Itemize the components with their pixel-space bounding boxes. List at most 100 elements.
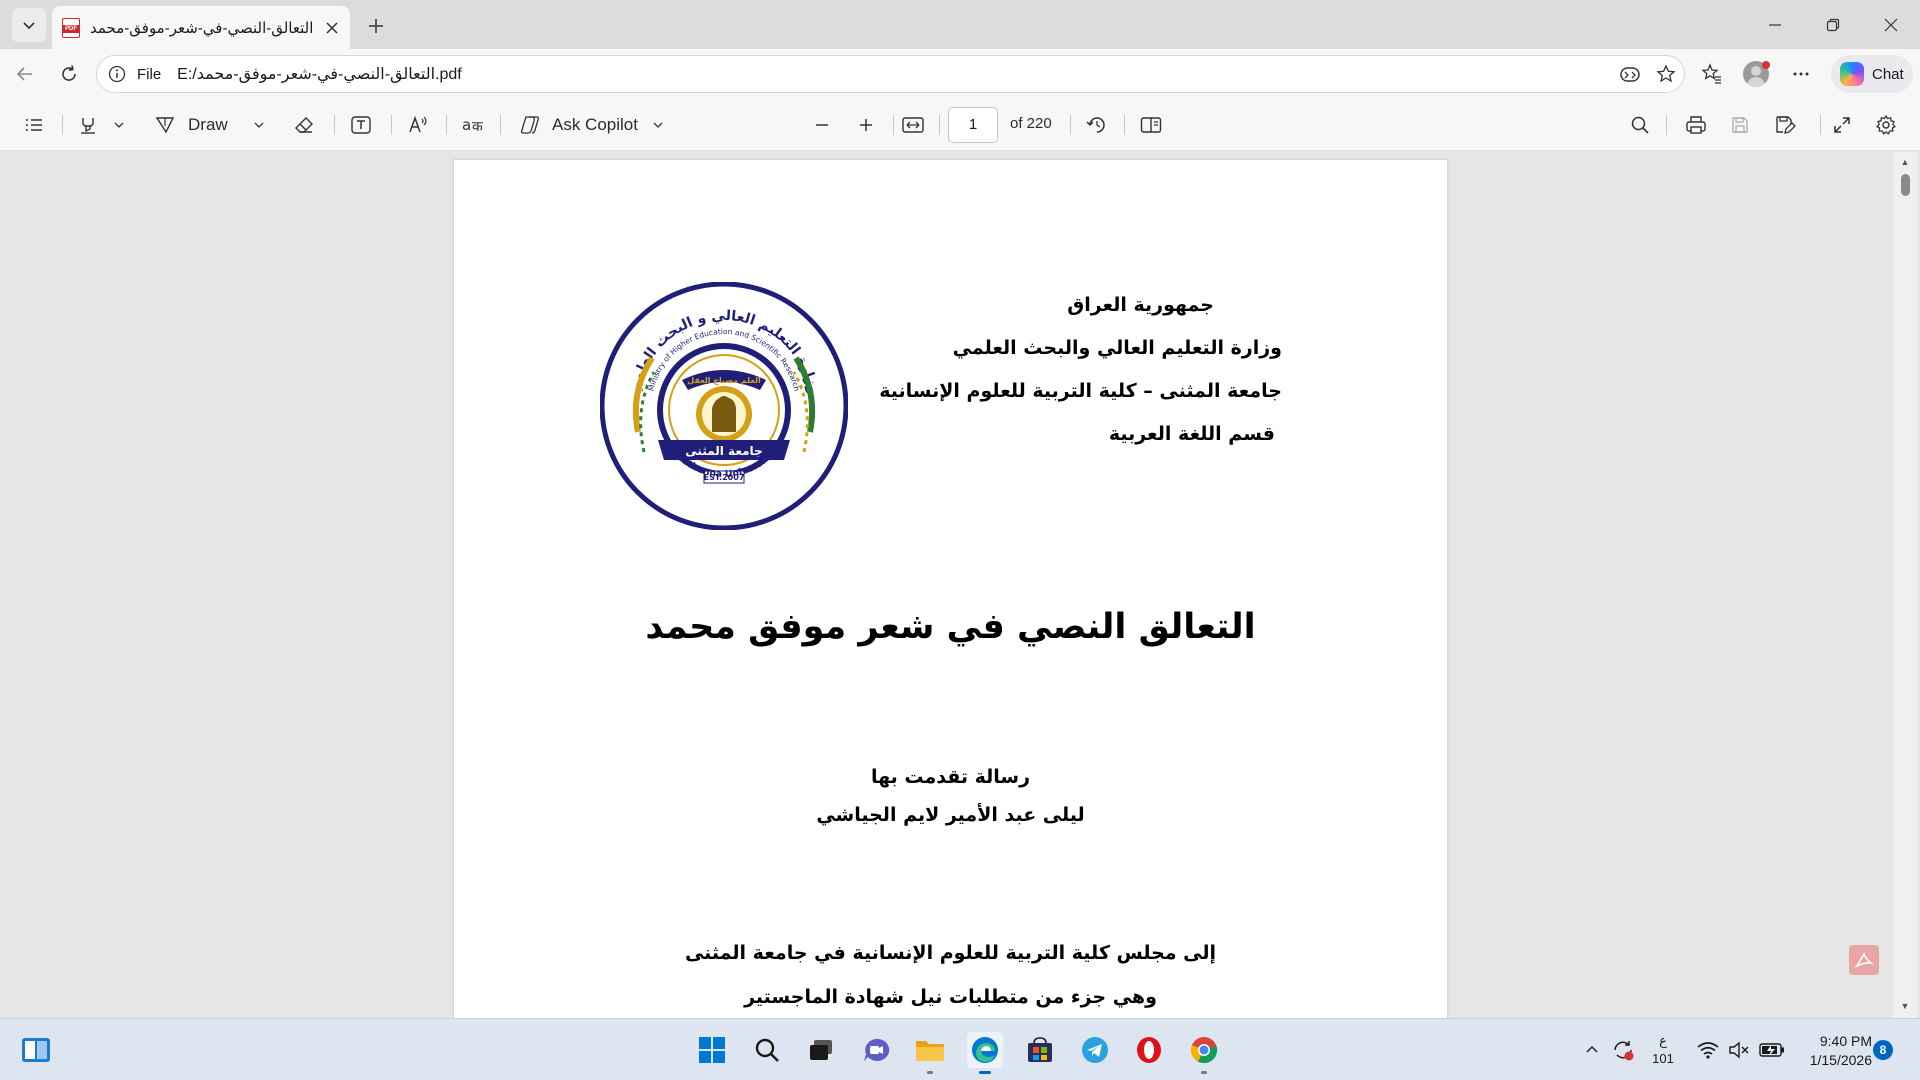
rotate-icon — [1086, 117, 1105, 133]
wifi-icon — [1697, 1042, 1719, 1059]
sync-icon — [1614, 1041, 1634, 1061]
scroll-up-arrow-icon[interactable]: ▲ — [1893, 154, 1917, 170]
draw-button[interactable]: Draw — [154, 109, 242, 141]
translate-button[interactable]: aक — [457, 109, 489, 141]
acrobat-extension-button[interactable] — [1849, 945, 1879, 975]
header-line-department: قسم اللغة العربية — [1108, 423, 1275, 445]
toolbar-separator — [500, 115, 501, 135]
save-as-button[interactable] — [1769, 109, 1801, 141]
opera-icon — [1137, 1037, 1161, 1063]
svg-text:क: क — [472, 119, 483, 135]
scrollbar-thumb[interactable] — [1901, 174, 1910, 196]
clock-time: 9:40 PM — [1819, 1033, 1872, 1049]
erase-button[interactable] — [288, 109, 320, 141]
pdf-settings-button[interactable] — [1870, 109, 1902, 141]
settings-more-button[interactable] — [1785, 58, 1817, 90]
thesis-title: التعالق النصي في شعر موفق محمد — [645, 607, 1256, 647]
zoom-out-button[interactable] — [806, 109, 838, 141]
draw-pen-icon — [155, 117, 175, 134]
pdf-file-icon: PDF — [62, 17, 80, 38]
tab-title: التعالق-النصي-في-شعر-موفق-محمد — [90, 19, 314, 37]
toolbar-separator — [334, 115, 335, 135]
close-tab-button[interactable] — [322, 18, 342, 38]
volume-status[interactable] — [1726, 1037, 1752, 1063]
chevron-down-icon — [254, 122, 264, 128]
save-button[interactable] — [1724, 109, 1756, 141]
windows-logo-icon — [699, 1037, 725, 1063]
favorite-star-button[interactable] — [1650, 58, 1682, 90]
svg-text:a: a — [462, 116, 471, 134]
print-button[interactable] — [1680, 109, 1712, 141]
battery-charging-icon — [1759, 1043, 1784, 1057]
immersive-reader-button[interactable] — [1614, 58, 1646, 90]
ask-copilot-button[interactable]: Ask Copilot — [518, 109, 664, 141]
page-number-input[interactable]: 1 — [948, 107, 998, 143]
star-icon — [1656, 64, 1676, 83]
battery-status[interactable] — [1757, 1037, 1787, 1063]
close-window-button[interactable] — [1862, 0, 1920, 49]
toolbar-separator — [1820, 115, 1821, 135]
find-button[interactable] — [1624, 109, 1656, 141]
teams-meet-button[interactable] — [858, 1032, 894, 1068]
copilot-icon — [1840, 62, 1864, 86]
page-view-button[interactable] — [1135, 109, 1167, 141]
clock[interactable]: 9:40 PM 1/15/2026 — [1790, 1032, 1872, 1070]
telegram-icon — [1082, 1037, 1108, 1063]
address-bar[interactable]: File E:/التعالق-النصي-في-شعر-موفق-محمد.p… — [96, 55, 1685, 93]
opera-button[interactable] — [1131, 1032, 1167, 1068]
widgets-button[interactable] — [18, 1032, 54, 1068]
edge-browser-button[interactable] — [967, 1032, 1003, 1074]
store-icon — [1028, 1037, 1052, 1062]
microsoft-store-button[interactable] — [1022, 1032, 1058, 1068]
search-taskbar-button[interactable] — [749, 1032, 785, 1068]
url-text[interactable]: E:/التعالق-النصي-في-شعر-موفق-محمد.pdf — [177, 64, 462, 84]
tab-actions-button[interactable] — [12, 8, 46, 42]
header-line-country: جمهورية العراق — [1067, 294, 1214, 316]
close-icon — [1884, 18, 1898, 31]
zoom-in-button[interactable] — [850, 109, 882, 141]
notification-count-badge[interactable]: 8 — [1873, 1040, 1893, 1060]
acrobat-icon — [1854, 952, 1874, 968]
telegram-button[interactable] — [1077, 1032, 1113, 1068]
refresh-button[interactable] — [53, 58, 85, 90]
folder-icon — [916, 1041, 944, 1061]
rotate-button[interactable] — [1081, 109, 1113, 141]
scroll-down-arrow-icon[interactable]: ▼ — [1893, 998, 1917, 1014]
sync-status-button[interactable] — [1608, 1037, 1638, 1063]
toolbar-separator — [893, 115, 894, 135]
copilot-outline-icon — [521, 116, 539, 134]
highlight-options-button[interactable] — [106, 109, 132, 141]
browser-tab[interactable]: PDF التعالق-النصي-في-شعر-موفق-محمد — [52, 6, 350, 49]
start-button[interactable] — [694, 1032, 730, 1068]
pdf-viewer[interactable]: جمهورية العراق وزارة التعليم العالي والب… — [0, 152, 1920, 1018]
toolbar-separator — [939, 115, 940, 135]
read-aloud-button[interactable] — [402, 109, 434, 141]
author-name: ليلى عبد الأمير لايم الجياشي — [816, 804, 1085, 826]
new-tab-button[interactable] — [360, 10, 392, 42]
highlight-button[interactable] — [72, 109, 104, 141]
profile-button[interactable] — [1740, 58, 1772, 90]
favorites-button[interactable] — [1696, 58, 1728, 90]
restore-icon — [1826, 18, 1840, 31]
wifi-status[interactable] — [1695, 1037, 1721, 1063]
add-text-button[interactable] — [345, 109, 377, 141]
close-icon — [326, 21, 338, 34]
contents-button[interactable] — [18, 109, 50, 141]
chevron-up-icon — [1586, 1046, 1598, 1053]
draw-options-button[interactable] — [246, 109, 272, 141]
copilot-chat-button[interactable]: Chat — [1831, 55, 1913, 93]
vertical-scrollbar[interactable]: ▲ ▼ — [1893, 152, 1917, 1018]
file-explorer-button[interactable] — [912, 1032, 948, 1074]
task-view-button[interactable] — [803, 1032, 839, 1068]
minimize-button[interactable] — [1746, 0, 1804, 49]
restore-button[interactable] — [1804, 0, 1862, 49]
fit-to-width-button[interactable] — [897, 109, 929, 141]
input-language-indicator[interactable]: ع 101 — [1648, 1032, 1678, 1068]
chrome-button[interactable] — [1186, 1032, 1222, 1074]
show-hidden-icons-button[interactable] — [1582, 1037, 1602, 1063]
widgets-icon — [22, 1038, 50, 1062]
fullscreen-button[interactable] — [1826, 109, 1858, 141]
toolbar-separator — [62, 115, 63, 135]
site-info-icon[interactable] — [107, 64, 127, 84]
back-button[interactable] — [9, 58, 41, 90]
